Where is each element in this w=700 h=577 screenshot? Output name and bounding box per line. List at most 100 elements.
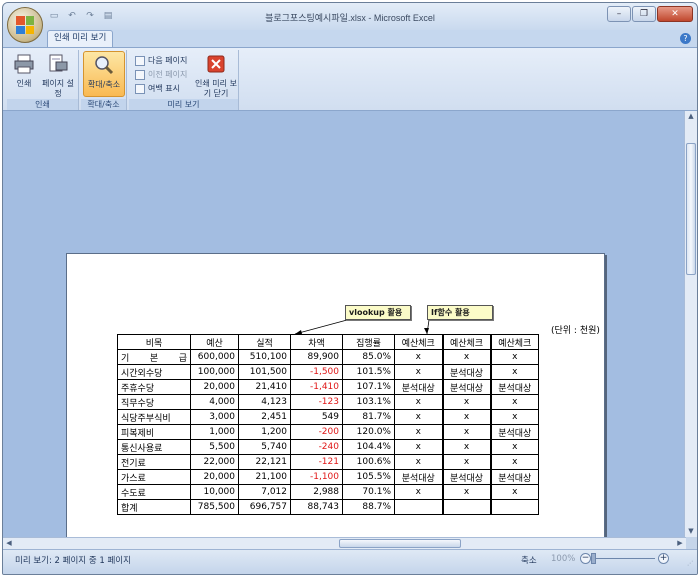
row-item: 통신사용료 bbox=[117, 439, 191, 455]
row-diff: -240 bbox=[290, 439, 343, 455]
row-check-1: x bbox=[394, 484, 443, 500]
total-diff: 88,743 bbox=[290, 499, 343, 515]
row-check-1: x bbox=[394, 424, 443, 440]
zoom-in-icon[interactable]: + bbox=[658, 553, 669, 564]
row-rate: 107.1% bbox=[342, 379, 395, 395]
close-button[interactable]: ✕ bbox=[657, 6, 693, 22]
tab-print-preview[interactable]: 인쇄 미리 보기 bbox=[47, 30, 114, 47]
budget-table: 비목 예산 실적 차액 집행률 예산체크 예산체크 예산체크 기 본 급 600,… bbox=[117, 334, 539, 515]
zoom-button[interactable]: 확대/축소 bbox=[83, 51, 125, 97]
row-diff: 2,988 bbox=[290, 484, 343, 500]
zoom-slider-track[interactable] bbox=[595, 558, 655, 559]
row-check-3: 분석대상 bbox=[489, 424, 539, 440]
show-margins-checkbox[interactable]: 여백 표시 bbox=[135, 82, 187, 96]
print-button[interactable]: 인쇄 bbox=[9, 51, 39, 89]
zoom-out-icon[interactable]: − bbox=[580, 553, 591, 564]
row-rate: 120.0% bbox=[342, 424, 395, 440]
row-rate: 85.0% bbox=[342, 349, 395, 365]
print-page: (단위 : 천원) vlookup 활용 If함수 활용 비목 예산 실적 차액… bbox=[66, 253, 605, 537]
print-group: 인쇄 페이지 설정 인쇄 bbox=[7, 50, 79, 110]
row-budget: 3,000 bbox=[190, 409, 239, 425]
row-diff: -123 bbox=[290, 394, 343, 410]
row-check-2: x bbox=[441, 424, 491, 440]
office-logo-icon bbox=[16, 16, 34, 34]
scroll-up-icon[interactable]: ▲ bbox=[685, 111, 697, 122]
vertical-scrollbar[interactable]: ▲ ▼ bbox=[684, 111, 697, 537]
ribbon: 인쇄 페이지 설정 인쇄 확대/축소 확대/축소 다음 페이지 이전 페이지 여… bbox=[3, 47, 697, 111]
row-check-2: 분석대상 bbox=[441, 379, 491, 395]
row-check-3: 분석대상 bbox=[489, 469, 539, 485]
row-item: 피복제비 bbox=[117, 424, 191, 440]
total-check-3 bbox=[489, 499, 539, 515]
row-actual: 510,100 bbox=[238, 349, 291, 365]
header-check-3: 예산체크 bbox=[489, 334, 539, 350]
next-page-button[interactable]: 다음 페이지 bbox=[135, 54, 187, 68]
row-check-1: x bbox=[394, 439, 443, 455]
resize-grip-icon[interactable]: ⋰ bbox=[687, 560, 695, 568]
scroll-down-icon[interactable]: ▼ bbox=[685, 526, 697, 537]
row-check-1: 분석대상 bbox=[394, 469, 443, 485]
table-row: 식당주부식비 3,000 2,451 549 81.7% x x x bbox=[117, 409, 539, 425]
row-budget: 22,000 bbox=[190, 454, 239, 470]
header-diff: 차액 bbox=[290, 334, 343, 350]
header-item: 비목 bbox=[117, 334, 191, 350]
status-bar: 미리 보기: 2 페이지 중 1 페이지 축소 100% − + ⋰ bbox=[3, 549, 697, 574]
row-budget: 5,500 bbox=[190, 439, 239, 455]
row-actual: 4,123 bbox=[238, 394, 291, 410]
close-preview-button[interactable]: 인쇄 미리 보기 닫기 bbox=[195, 51, 237, 99]
row-budget: 20,000 bbox=[190, 379, 239, 395]
row-item: 식당주부식비 bbox=[117, 409, 191, 425]
row-check-2: x bbox=[441, 394, 491, 410]
scroll-right-icon[interactable]: ▶ bbox=[674, 538, 686, 549]
total-check-1 bbox=[394, 499, 443, 515]
row-actual: 7,012 bbox=[238, 484, 291, 500]
row-actual: 21,410 bbox=[238, 379, 291, 395]
horizontal-scroll-thumb[interactable] bbox=[339, 539, 461, 548]
row-diff: -1,410 bbox=[290, 379, 343, 395]
preview-group: 다음 페이지 이전 페이지 여백 표시 인쇄 미리 보기 닫기 미리 보기 bbox=[129, 50, 239, 110]
row-check-1: x bbox=[394, 364, 443, 380]
page-setup-button[interactable]: 페이지 설정 bbox=[41, 51, 75, 99]
total-rate: 88.7% bbox=[342, 499, 395, 515]
row-check-3: 분석대상 bbox=[489, 379, 539, 395]
row-diff: -1,100 bbox=[290, 469, 343, 485]
row-actual: 5,740 bbox=[238, 439, 291, 455]
scroll-left-icon[interactable]: ◀ bbox=[3, 538, 15, 549]
help-icon[interactable]: ? bbox=[680, 33, 691, 44]
vlookup-callout: vlookup 활용 bbox=[345, 305, 411, 320]
table-row: 전기료 22,000 22,121 -121 100.6% x x x bbox=[117, 454, 539, 470]
horizontal-scrollbar[interactable]: ◀ ▶ bbox=[3, 537, 686, 549]
header-actual: 실적 bbox=[238, 334, 291, 350]
row-rate: 103.1% bbox=[342, 394, 395, 410]
row-rate: 101.5% bbox=[342, 364, 395, 380]
row-budget: 10,000 bbox=[190, 484, 239, 500]
restore-button[interactable]: ❐ bbox=[632, 6, 656, 22]
table-row: 통신사용료 5,500 5,740 -240 104.4% x x x bbox=[117, 439, 539, 455]
row-diff: -121 bbox=[290, 454, 343, 470]
vertical-scroll-thumb[interactable] bbox=[686, 143, 696, 275]
row-rate: 100.6% bbox=[342, 454, 395, 470]
magnifier-icon bbox=[95, 56, 114, 75]
minimize-button[interactable]: – bbox=[607, 6, 631, 22]
prev-page-button[interactable]: 이전 페이지 bbox=[135, 68, 187, 82]
preview-options: 다음 페이지 이전 페이지 여백 표시 bbox=[135, 54, 187, 96]
header-rate: 집행률 bbox=[342, 334, 395, 350]
header-budget: 예산 bbox=[190, 334, 239, 350]
row-check-3: x bbox=[489, 454, 539, 470]
row-check-3: x bbox=[489, 394, 539, 410]
zoom-percent[interactable]: 100% bbox=[551, 554, 575, 564]
zoom-slider-knob[interactable] bbox=[591, 553, 596, 564]
next-page-icon bbox=[135, 56, 145, 66]
page-setup-icon bbox=[49, 54, 68, 72]
row-check-3: x bbox=[489, 484, 539, 500]
table-row: 가스료 20,000 21,100 -1,100 105.5% 분석대상 분석대상 분석대상 bbox=[117, 469, 539, 485]
row-diff: -200 bbox=[290, 424, 343, 440]
office-button[interactable] bbox=[7, 7, 43, 43]
window-controls: – ❐ ✕ bbox=[607, 6, 693, 22]
close-preview-icon bbox=[207, 55, 225, 73]
total-row: 합계 785,500 696,757 88,743 88.7% bbox=[117, 499, 539, 515]
total-actual: 696,757 bbox=[238, 499, 291, 515]
ribbon-tab-row: 인쇄 미리 보기 ? bbox=[3, 30, 697, 47]
row-item: 시간외수당 bbox=[117, 364, 191, 380]
if-function-callout: If함수 활용 bbox=[427, 305, 493, 320]
